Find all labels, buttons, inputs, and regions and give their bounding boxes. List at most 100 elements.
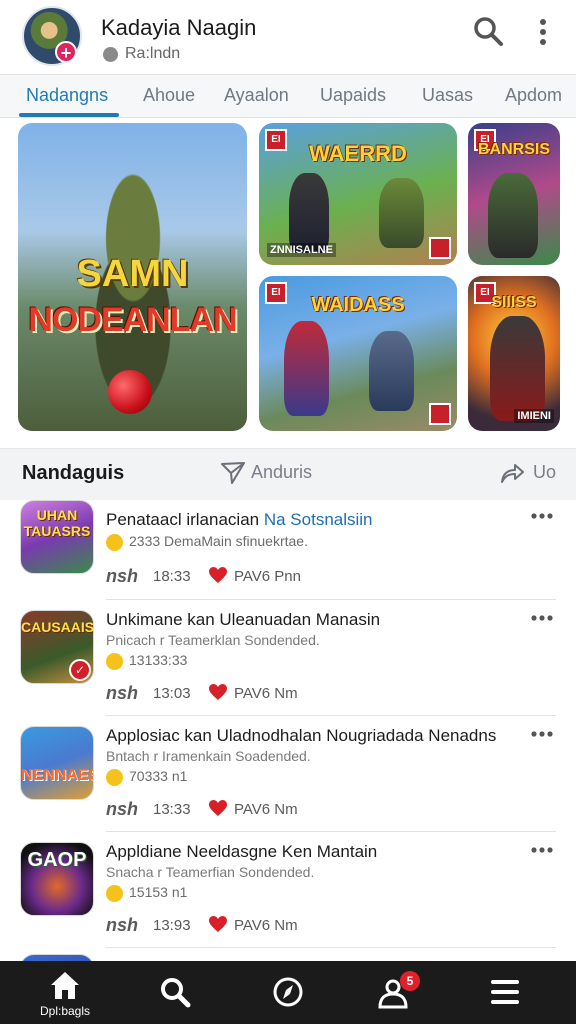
featured-carousel: SAMN NODEANLAN EI WAERRD ZNNISALNE EI BA… [0,118,576,448]
more-horizontal-icon[interactable] [530,730,554,738]
profile-name: Kadayia Naagin [101,15,257,40]
list-item[interactable]: GAOP Appldiane Neeldasgne Ken Mantain Sn… [0,832,576,948]
verified-icon: ✓ [69,659,91,681]
app-icon [20,954,94,961]
nav-search[interactable] [115,961,230,1024]
item-time: 13:33 [153,801,191,818]
app-icon-label: NENNAES [21,767,94,784]
item-subtitle: Snacha r Teamerfian Sondended. [106,864,315,880]
card-caption: IMIENI [514,409,554,423]
item-time: 18:33 [153,568,191,585]
enemy-figure [379,178,424,248]
item-meta: 13133:33 [129,652,188,668]
heart-icon[interactable] [209,916,227,933]
hero-figure [284,321,329,416]
heart-icon[interactable] [209,567,227,584]
card-title: WAERRD [309,141,407,166]
compass-icon[interactable] [271,975,305,1009]
profile-subtitle: Ra:lndn [125,45,181,62]
list-item[interactable]: UHAN TAUASRS Penataacl irlanacian Na Sot… [0,500,576,616]
featured-card-3[interactable]: EI WAIDASS [259,276,457,431]
featured-title-line1: SAMN [76,253,189,295]
item-ago: nsh [106,683,139,703]
item-ago: nsh [106,915,139,935]
list-item[interactable] [0,948,576,961]
list-item[interactable]: CAUSAAIS ✓ Unkimane kan Uleanuadan Manas… [0,600,576,716]
featured-title-line2: NODEANLAN [28,301,237,339]
featured-card-1[interactable]: EI WAERRD ZNNISALNE [259,123,457,265]
nav-friends[interactable]: 5 [345,961,460,1024]
item-title: Appldiane Neeldasgne Ken Mantain [106,842,378,861]
item-meta: 15153 n1 [129,884,188,900]
card-corner-icon [429,237,451,259]
section-filter-label[interactable]: Anduris [251,462,312,483]
item-subtitle: Bntach r Iramenkain Soadended. [106,748,311,764]
more-vertical-icon[interactable] [534,16,552,48]
emoji-icon [106,885,123,902]
item-ago: nsh [106,799,139,819]
section-share-label[interactable]: Uo [533,462,556,483]
item-title: Penataacl irlanacian Na Sotsnalsiin [106,510,373,530]
category-tabs: Nadangns Ahoue Ayaalon Uapaids Uasas Apd… [0,74,576,118]
nav-home[interactable]: Dpl:bagls [0,961,115,1024]
share-icon[interactable] [499,460,525,486]
tab-ayaalon[interactable]: Ayaalon [224,85,289,106]
hero-figure [289,173,329,253]
item-title: Unkimane kan Uleanuadan Manasin [106,610,381,629]
enemy-figure [369,331,414,411]
menu-icon[interactable] [488,975,522,1009]
card-title: SIIISS [491,294,537,311]
home-icon[interactable] [48,969,82,1003]
tab-apdom[interactable]: Apdom [505,85,562,106]
more-horizontal-icon[interactable] [530,846,554,854]
app-icon-label: UHAN TAUASRS [23,507,91,539]
app-icon: CAUSAAIS ✓ [20,610,94,684]
featured-card-main[interactable]: SAMN NODEANLAN [18,123,247,431]
card-caption: ZNNISALNE [267,243,336,257]
item-title-text: Penataacl irlanacian [106,510,260,529]
tab-uapaids[interactable]: Uapaids [320,85,386,106]
featured-card-2[interactable]: EI BANRSIS [468,123,560,265]
tab-uasas[interactable]: Uasas [422,85,473,106]
send-icon[interactable] [220,460,246,486]
item-ago: nsh [106,566,139,586]
section-header: Nandaguis Anduris Uo [0,448,576,500]
item-meta: 70333 n1 [129,768,188,784]
emoji-icon [106,534,123,551]
card-title: BANRSIS [477,141,550,158]
heart-icon[interactable] [209,684,227,701]
app-icon: UHAN TAUASRS [20,500,94,574]
tab-nadangns[interactable]: Nadangns [26,85,108,106]
item-time: 13:03 [153,685,191,702]
more-horizontal-icon[interactable] [530,614,554,622]
app-header: + Kadayia Naagin Ra:lndn [0,0,576,74]
featured-card-4[interactable]: EI SIIISS IMIENI [468,276,560,431]
heart-icon[interactable] [209,800,227,817]
notification-badge: 5 [400,971,420,991]
section-title: Nandaguis [22,462,125,484]
item-subtitle: Pnicach r Teamerklan Sondended. [106,632,320,648]
item-title: Applosiac kan Uladnodhalan Nougriadada N… [106,726,497,745]
tab-ahoue[interactable]: Ahoue [143,85,195,106]
card-title: WAIDASS [311,294,405,316]
list-item[interactable]: NENNAES Applosiac kan Uladnodhalan Nougr… [0,716,576,832]
nav-explore[interactable] [230,961,345,1024]
app-icon-label: GAOP [27,849,87,871]
item-meta: 2333 DemaMain sfinuekrtae. [129,533,308,549]
nav-menu[interactable] [460,961,575,1024]
emoji-icon [106,769,123,786]
add-story-icon[interactable]: + [55,41,77,63]
more-horizontal-icon[interactable] [530,512,554,520]
search-icon[interactable] [472,15,504,47]
item-title-highlight[interactable]: Na Sotsnalsiin [264,510,373,529]
hero-figure [490,316,545,421]
item-time: 13:93 [153,917,191,934]
item-likes: PAV6 Nm [234,917,298,934]
location-icon [103,47,118,62]
app-icon: GAOP [20,842,94,916]
hero-figure [488,173,538,258]
item-likes: PAV6 Nm [234,801,298,818]
search-icon[interactable] [158,975,192,1009]
item-likes: PAV6 Pnn [234,568,301,585]
ball-graphic [108,370,152,414]
